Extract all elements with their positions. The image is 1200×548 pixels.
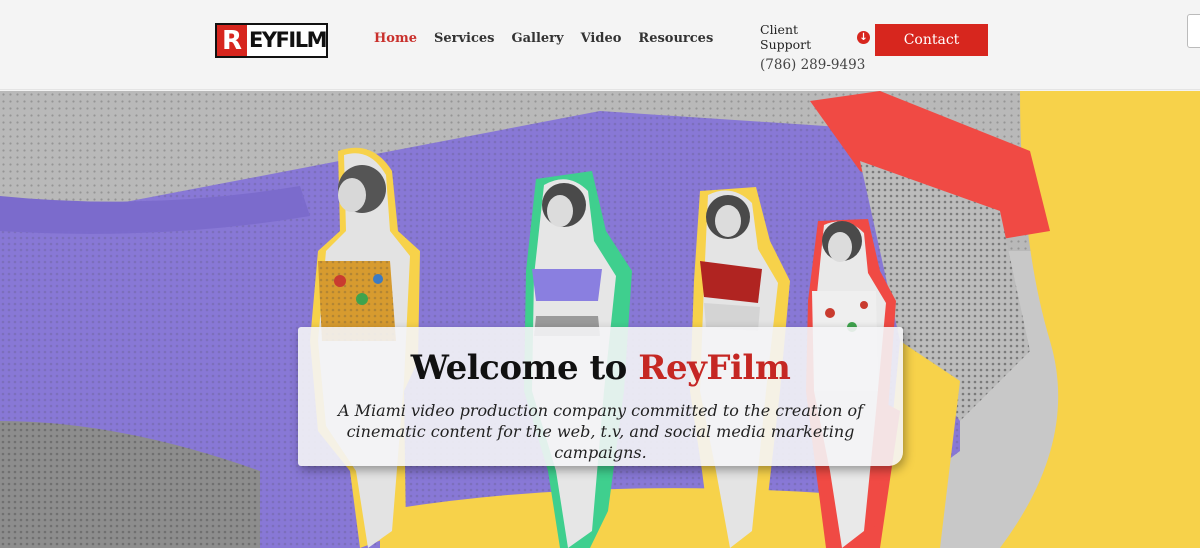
logo-mark: R bbox=[217, 25, 247, 56]
hero-banner: Welcome to ReyFilm A Miami video product… bbox=[0, 91, 1200, 548]
support-phone[interactable]: (786) 289-9493 bbox=[760, 57, 870, 73]
hero-title-prefix: Welcome to bbox=[410, 348, 639, 388]
nav-services[interactable]: Services bbox=[434, 31, 495, 46]
nav-resources[interactable]: Resources bbox=[638, 31, 713, 46]
hero-artwork bbox=[0, 91, 1200, 548]
main-nav: Home Services Gallery Video Resources bbox=[374, 31, 730, 46]
welcome-card: Welcome to ReyFilm A Miami video product… bbox=[298, 327, 903, 466]
hero-title: Welcome to ReyFilm bbox=[298, 348, 903, 388]
nav-gallery[interactable]: Gallery bbox=[512, 31, 564, 46]
hero-title-brand: ReyFilm bbox=[638, 348, 791, 388]
client-support[interactable]: Client Support ↓ (786) 289-9493 bbox=[760, 22, 870, 73]
nav-video[interactable]: Video bbox=[581, 31, 622, 46]
client-support-label: Client Support bbox=[760, 22, 812, 52]
site-header: R EYFILM Home Services Gallery Video Res… bbox=[0, 0, 1200, 90]
logo-text: EYFILM bbox=[249, 28, 328, 52]
support-label-row[interactable]: Client Support ↓ bbox=[760, 22, 870, 52]
hero-subtitle: A Miami video production company committ… bbox=[337, 401, 864, 462]
nav-home[interactable]: Home bbox=[374, 31, 417, 46]
reyfilm-logo[interactable]: R EYFILM bbox=[215, 23, 328, 58]
arrow-down-circle-icon: ↓ bbox=[857, 30, 870, 44]
contact-button[interactable]: Contact bbox=[875, 24, 988, 56]
edge-widget[interactable] bbox=[1187, 14, 1200, 48]
